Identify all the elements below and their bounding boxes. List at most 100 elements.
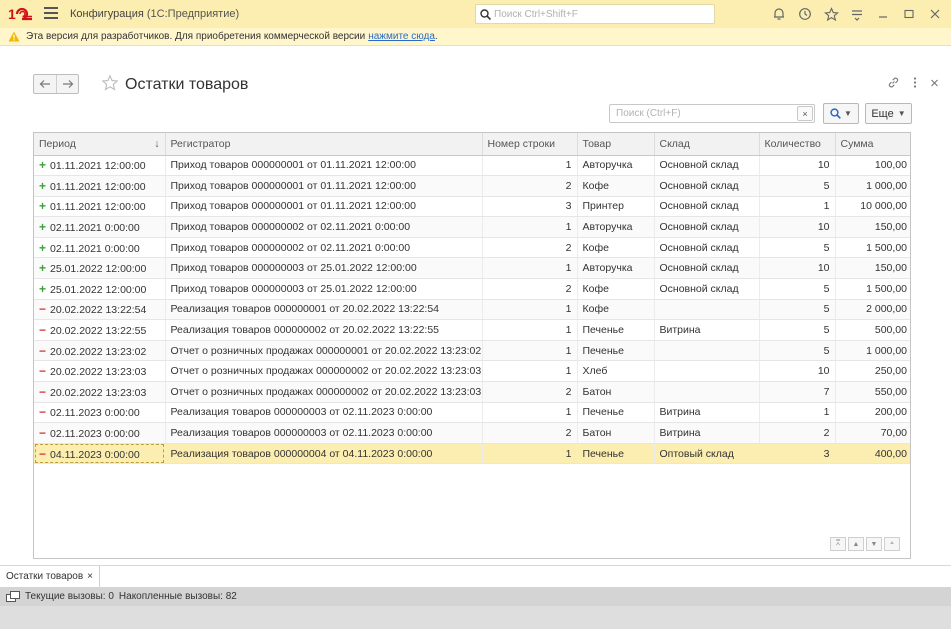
cell-period-value: 02.11.2021 0:00:00	[50, 242, 140, 255]
table-row[interactable]: −20.02.2022 13:22:54 Реализация товаров 0…	[34, 299, 910, 321]
cell-warehouse: Основной склад	[654, 278, 760, 300]
cell-period: −20.02.2022 13:22:55	[34, 319, 166, 341]
cell-period-value: 01.11.2021 12:00:00	[50, 180, 146, 193]
column-header-registrar[interactable]: Регистратор	[165, 133, 483, 156]
table-row[interactable]: −20.02.2022 13:23:02 Отчет о розничных пр…	[34, 340, 910, 362]
search-button[interactable]: ▼	[823, 103, 859, 124]
cell-period-value: 20.02.2022 13:22:54	[50, 304, 147, 317]
cell-product: Печенье	[577, 402, 655, 424]
scroll-up-button[interactable]: ▲	[848, 537, 864, 551]
back-button[interactable]	[34, 75, 56, 93]
table-row[interactable]: +02.11.2021 0:00:00 Приход товаров 000000…	[34, 216, 910, 238]
column-header-period[interactable]: Период ↓	[34, 133, 166, 156]
table-body: +01.11.2021 12:00:00 Приход товаров 00000…	[34, 155, 910, 465]
receipt-plus-icon: +	[39, 220, 47, 235]
column-header-line-number[interactable]: Номер строки	[482, 133, 578, 156]
1c-logo[interactable]: 1	[8, 6, 34, 22]
cell-warehouse: Оптовый склад	[654, 443, 760, 465]
table-row[interactable]: +25.01.2022 12:00:00 Приход товаров 00000…	[34, 278, 910, 300]
table-header-row: Период ↓ Регистратор Номер строки Товар С…	[34, 133, 910, 156]
search-clear-button[interactable]: ×	[797, 106, 813, 121]
cell-registrar: Приход товаров 000000001 от 01.11.2021 1…	[165, 196, 483, 218]
expense-minus-icon: −	[39, 384, 47, 399]
cell-period: −20.02.2022 13:23:03	[34, 360, 166, 383]
warning-suffix: .	[434, 31, 438, 42]
cell-product: Батон	[577, 381, 655, 403]
hamburger-menu-icon[interactable]	[44, 7, 58, 21]
table-row[interactable]: +01.11.2021 12:00:00 Приход товаров 00000…	[34, 175, 910, 197]
more-vertical-icon[interactable]	[912, 76, 918, 92]
list-search-input[interactable]: Поиск (Ctrl+F) ×	[609, 104, 815, 123]
minimize-icon[interactable]	[873, 4, 893, 24]
cell-warehouse: Основной склад	[654, 237, 760, 259]
cell-quantity: 1	[759, 196, 836, 218]
status-bar-inner: Текущие вызовы: 0 Накопленные вызовы: 82	[0, 587, 951, 606]
close-icon[interactable]	[925, 4, 945, 24]
settings-icon[interactable]	[847, 4, 867, 24]
cell-quantity: 5	[759, 340, 836, 362]
scroll-down-button[interactable]: ▼	[866, 537, 882, 551]
cell-sum: 1 500,00	[835, 278, 910, 300]
search-icon	[480, 8, 491, 20]
forward-button[interactable]	[56, 75, 78, 93]
cell-product: Авторучка	[577, 257, 655, 280]
cell-line-number: 2	[482, 422, 578, 444]
table-row[interactable]: +01.11.2021 12:00:00 Приход товаров 00000…	[34, 196, 910, 218]
scroll-bottom-button[interactable]: ⩡	[884, 537, 900, 551]
scroll-top-button[interactable]: ⩞	[830, 537, 846, 551]
cell-product: Печенье	[577, 443, 655, 465]
cell-period-value: 02.11.2023 0:00:00	[50, 428, 140, 441]
receipt-plus-icon: +	[39, 281, 47, 296]
history-icon[interactable]	[795, 4, 815, 24]
column-header-sum[interactable]: Сумма	[835, 133, 910, 156]
cell-product: Кофе	[577, 175, 655, 197]
scroll-buttons: ⩞ ▲ ▼ ⩡	[830, 537, 900, 551]
cell-line-number: 1	[482, 319, 578, 341]
close-tab-icon[interactable]: ×	[87, 571, 93, 582]
cell-quantity: 5	[759, 319, 836, 341]
table-row[interactable]: +01.11.2021 12:00:00 Приход товаров 00000…	[34, 155, 910, 177]
table-row[interactable]: −20.02.2022 13:23:03 Отчет о розничных пр…	[34, 360, 910, 383]
open-window-tab[interactable]: Остатки товаров ×	[0, 566, 100, 587]
cell-line-number: 1	[482, 402, 578, 424]
cell-registrar: Приход товаров 000000002 от 02.11.2021 0…	[165, 216, 483, 238]
receipt-plus-icon: +	[39, 158, 47, 173]
column-header-warehouse[interactable]: Склад	[654, 133, 760, 156]
cell-registrar: Отчет о розничных продажах 000000002 от …	[165, 381, 483, 403]
more-actions-button[interactable]: Еще ▼	[865, 103, 912, 124]
link-icon[interactable]	[887, 76, 900, 92]
star-icon[interactable]	[821, 4, 841, 24]
cell-quantity: 3	[759, 443, 836, 465]
cell-quantity: 1	[759, 402, 836, 424]
favorite-star-icon[interactable]	[101, 74, 119, 92]
table-row[interactable]: −20.02.2022 13:23:03 Отчет о розничных пр…	[34, 381, 910, 403]
bell-icon[interactable]	[769, 4, 789, 24]
buy-license-link[interactable]: нажмите сюда	[368, 31, 435, 42]
cell-period-value: 02.11.2023 0:00:00	[50, 407, 140, 420]
column-header-product[interactable]: Товар	[577, 133, 655, 156]
server-calls-icon[interactable]	[6, 590, 20, 603]
cell-line-number: 2	[482, 278, 578, 300]
column-header-quantity[interactable]: Количество	[759, 133, 836, 156]
global-search-input[interactable]: Поиск Ctrl+Shift+F	[475, 4, 715, 24]
developer-warning-bar: Эта версия для разработчиков. Для приобр…	[0, 28, 951, 46]
forward-arrow-icon	[62, 80, 73, 88]
form-header-icons	[887, 76, 939, 92]
form-title: Остатки товаров	[125, 76, 249, 93]
balances-table[interactable]: Период ↓ Регистратор Номер строки Товар С…	[33, 132, 911, 559]
cell-period-value: 25.01.2022 12:00:00	[50, 263, 147, 276]
cell-warehouse: Основной склад	[654, 155, 760, 177]
cell-sum: 100,00	[835, 155, 910, 177]
table-row[interactable]: −04.11.2023 0:00:00 Реализация товаров 00…	[34, 443, 910, 465]
maximize-icon[interactable]	[899, 4, 919, 24]
table-row[interactable]: −02.11.2023 0:00:00 Реализация товаров 00…	[34, 402, 910, 424]
table-row[interactable]: −20.02.2022 13:22:55 Реализация товаров 0…	[34, 319, 910, 341]
close-form-icon[interactable]	[930, 76, 939, 92]
table-row[interactable]: +02.11.2021 0:00:00 Приход товаров 000000…	[34, 237, 910, 259]
cell-quantity: 2	[759, 422, 836, 444]
table-row[interactable]: −02.11.2023 0:00:00 Реализация товаров 00…	[34, 422, 910, 444]
cell-line-number: 1	[482, 443, 578, 465]
cell-quantity: 10	[759, 216, 836, 238]
table-row[interactable]: +25.01.2022 12:00:00 Приход товаров 00000…	[34, 257, 910, 280]
cell-warehouse: Витрина	[654, 319, 760, 341]
